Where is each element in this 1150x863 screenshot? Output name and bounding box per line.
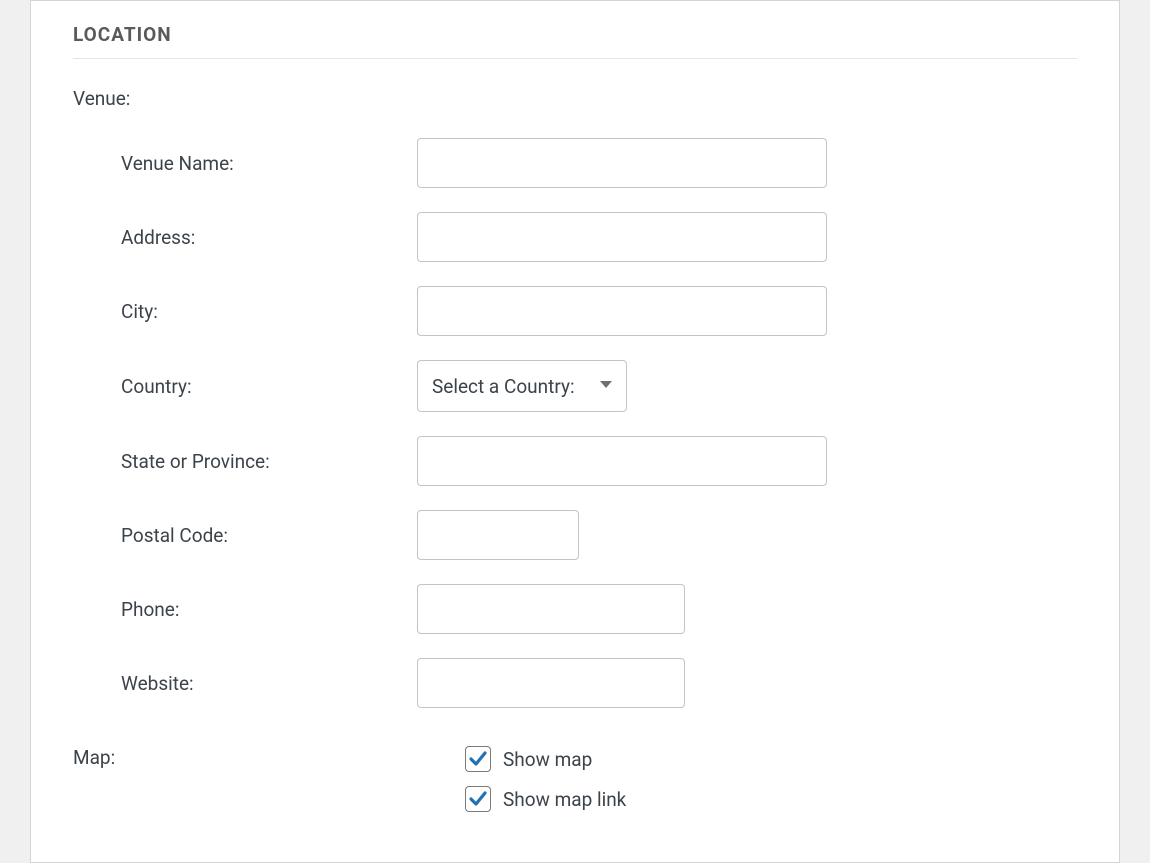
country-label: Country:	[121, 375, 417, 398]
website-row: Website:	[121, 658, 1077, 708]
city-label: City:	[121, 300, 417, 323]
state-input[interactable]	[417, 436, 827, 486]
map-label: Map:	[73, 746, 465, 812]
show-map-label: Show map	[503, 748, 592, 771]
country-row: Country: Select a Country:	[121, 360, 1077, 412]
phone-input[interactable]	[417, 584, 685, 634]
website-input[interactable]	[417, 658, 685, 708]
check-icon	[468, 789, 488, 809]
check-icon	[468, 749, 488, 769]
show-map-link-label: Show map link	[503, 788, 626, 811]
map-options: Show map Show map link	[465, 746, 626, 812]
section-title: LOCATION	[73, 1, 1077, 59]
show-map-checkbox[interactable]	[465, 746, 491, 772]
country-select[interactable]: Select a Country:	[417, 360, 627, 412]
phone-row: Phone:	[121, 584, 1077, 634]
address-row: Address:	[121, 212, 1077, 262]
postal-row: Postal Code:	[121, 510, 1077, 560]
city-row: City:	[121, 286, 1077, 336]
map-row: Map: Show map Show map link	[73, 746, 1077, 812]
venue-name-label: Venue Name:	[121, 152, 417, 175]
venue-group-label: Venue:	[73, 87, 1077, 110]
location-panel: LOCATION Venue: Venue Name: Address: Cit…	[30, 0, 1120, 863]
country-selected-value: Select a Country:	[432, 375, 575, 398]
show-map-link-option[interactable]: Show map link	[465, 786, 626, 812]
postal-code-label: Postal Code:	[121, 524, 417, 547]
city-input[interactable]	[417, 286, 827, 336]
state-label: State or Province:	[121, 450, 417, 473]
address-input[interactable]	[417, 212, 827, 262]
venue-name-input[interactable]	[417, 138, 827, 188]
show-map-option[interactable]: Show map	[465, 746, 626, 772]
state-row: State or Province:	[121, 436, 1077, 486]
venue-fields: Venue Name: Address: City: Country: Sele…	[121, 138, 1077, 708]
show-map-link-checkbox[interactable]	[465, 786, 491, 812]
website-label: Website:	[121, 672, 417, 695]
postal-code-input[interactable]	[417, 510, 579, 560]
venue-name-row: Venue Name:	[121, 138, 1077, 188]
address-label: Address:	[121, 226, 417, 249]
phone-label: Phone:	[121, 598, 417, 621]
